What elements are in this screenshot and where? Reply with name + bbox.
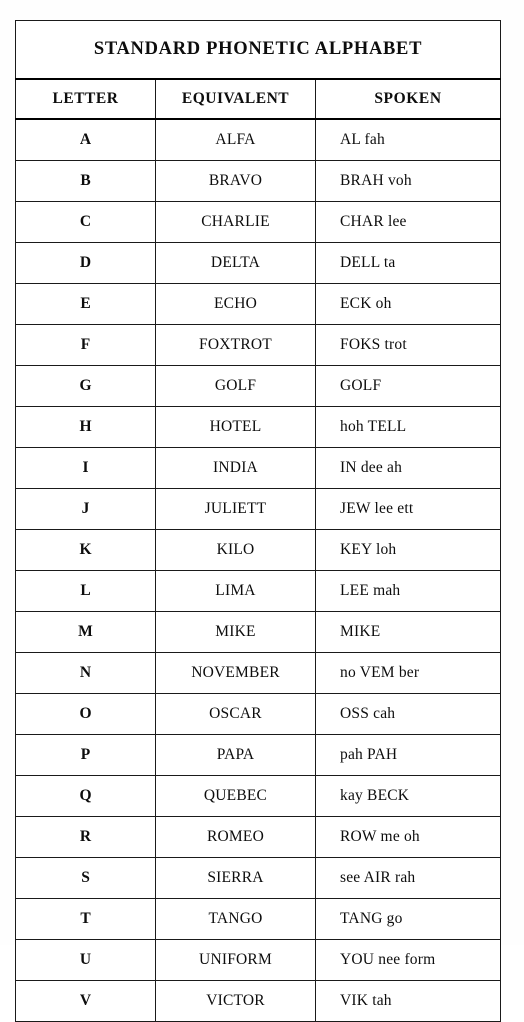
table-row: H HOTEL hoh TELL [15, 406, 501, 448]
row-equivalent: ALFA [155, 118, 316, 161]
table-row: A ALFA AL fah [15, 118, 501, 161]
row-letter: A [15, 118, 156, 161]
table-row: F FOXTROT FOKS trot [15, 324, 501, 366]
row-equivalent: LIMA [155, 570, 316, 612]
phonetic-alphabet-table: STANDARD PHONETIC ALPHABET LETTER EQUIVA… [15, 20, 501, 1022]
row-spoken: pah PAH [315, 734, 501, 776]
document-title: STANDARD PHONETIC ALPHABET [15, 20, 501, 80]
row-letter: Q [15, 775, 156, 817]
table-row: T TANGO TANG go [15, 898, 501, 940]
row-equivalent: ECHO [155, 283, 316, 325]
table-row: K KILO KEY loh [15, 529, 501, 571]
row-spoken: IN dee ah [315, 447, 501, 489]
row-spoken: kay BECK [315, 775, 501, 817]
row-spoken: AL fah [315, 118, 501, 161]
row-spoken: DELL ta [315, 242, 501, 284]
document-page: STANDARD PHONETIC ALPHABET LETTER EQUIVA… [0, 0, 524, 1022]
row-equivalent: SIERRA [155, 857, 316, 899]
row-letter: J [15, 488, 156, 530]
row-equivalent: FOXTROT [155, 324, 316, 366]
row-letter: M [15, 611, 156, 653]
table-row: E ECHO ECK oh [15, 283, 501, 325]
table-row: R ROMEO ROW me oh [15, 816, 501, 858]
row-letter: S [15, 857, 156, 899]
table-row: I INDIA IN dee ah [15, 447, 501, 489]
row-letter: P [15, 734, 156, 776]
row-spoken: JEW lee ett [315, 488, 501, 530]
row-equivalent: NOVEMBER [155, 652, 316, 694]
row-spoken: YOU nee form [315, 939, 501, 981]
row-equivalent: VICTOR [155, 980, 316, 1022]
row-equivalent: CHARLIE [155, 201, 316, 243]
row-equivalent: JULIETT [155, 488, 316, 530]
column-header-letter: LETTER [15, 78, 156, 120]
row-letter: B [15, 160, 156, 202]
table-row: G GOLF GOLF [15, 365, 501, 407]
table-row: U UNIFORM YOU nee form [15, 939, 501, 981]
table-row: S SIERRA see AIR rah [15, 857, 501, 899]
table-row: M MIKE MIKE [15, 611, 501, 653]
table-row: J JULIETT JEW lee ett [15, 488, 501, 530]
row-spoken: LEE mah [315, 570, 501, 612]
row-equivalent: BRAVO [155, 160, 316, 202]
row-letter: G [15, 365, 156, 407]
row-equivalent: ROMEO [155, 816, 316, 858]
row-spoken: hoh TELL [315, 406, 501, 448]
row-equivalent: TANGO [155, 898, 316, 940]
row-letter: O [15, 693, 156, 735]
row-equivalent: UNIFORM [155, 939, 316, 981]
row-equivalent: PAPA [155, 734, 316, 776]
row-spoken: ROW me oh [315, 816, 501, 858]
table-row: V VICTOR VIK tah [15, 980, 501, 1022]
row-spoken: see AIR rah [315, 857, 501, 899]
row-equivalent: DELTA [155, 242, 316, 284]
row-spoken: FOKS trot [315, 324, 501, 366]
table-row: O OSCAR OSS cah [15, 693, 501, 735]
row-equivalent: KILO [155, 529, 316, 571]
row-spoken: CHAR lee [315, 201, 501, 243]
row-letter: I [15, 447, 156, 489]
table-row: C CHARLIE CHAR lee [15, 201, 501, 243]
row-spoken: GOLF [315, 365, 501, 407]
row-letter: E [15, 283, 156, 325]
row-equivalent: HOTEL [155, 406, 316, 448]
header-row: LETTER EQUIVALENT SPOKEN [15, 78, 501, 120]
row-letter: U [15, 939, 156, 981]
table-body: STANDARD PHONETIC ALPHABET LETTER EQUIVA… [15, 20, 501, 1022]
table-row: L LIMA LEE mah [15, 570, 501, 612]
row-letter: H [15, 406, 156, 448]
row-equivalent: OSCAR [155, 693, 316, 735]
row-spoken: TANG go [315, 898, 501, 940]
row-letter: T [15, 898, 156, 940]
row-equivalent: MIKE [155, 611, 316, 653]
row-letter: L [15, 570, 156, 612]
row-spoken: MIKE [315, 611, 501, 653]
row-letter: F [15, 324, 156, 366]
row-spoken: VIK tah [315, 980, 501, 1022]
row-spoken: KEY loh [315, 529, 501, 571]
row-spoken: ECK oh [315, 283, 501, 325]
table-row: Q QUEBEC kay BECK [15, 775, 501, 817]
column-header-equivalent: EQUIVALENT [155, 78, 316, 120]
row-spoken: no VEM ber [315, 652, 501, 694]
row-spoken: BRAH voh [315, 160, 501, 202]
row-spoken: OSS cah [315, 693, 501, 735]
row-letter: N [15, 652, 156, 694]
row-letter: R [15, 816, 156, 858]
table-row: N NOVEMBER no VEM ber [15, 652, 501, 694]
row-letter: D [15, 242, 156, 284]
row-equivalent: QUEBEC [155, 775, 316, 817]
table-row: B BRAVO BRAH voh [15, 160, 501, 202]
row-letter: C [15, 201, 156, 243]
table-row: P PAPA pah PAH [15, 734, 501, 776]
row-letter: V [15, 980, 156, 1022]
table-row: D DELTA DELL ta [15, 242, 501, 284]
row-letter: K [15, 529, 156, 571]
column-header-spoken: SPOKEN [315, 78, 501, 120]
row-equivalent: GOLF [155, 365, 316, 407]
title-row: STANDARD PHONETIC ALPHABET [15, 20, 501, 80]
row-equivalent: INDIA [155, 447, 316, 489]
